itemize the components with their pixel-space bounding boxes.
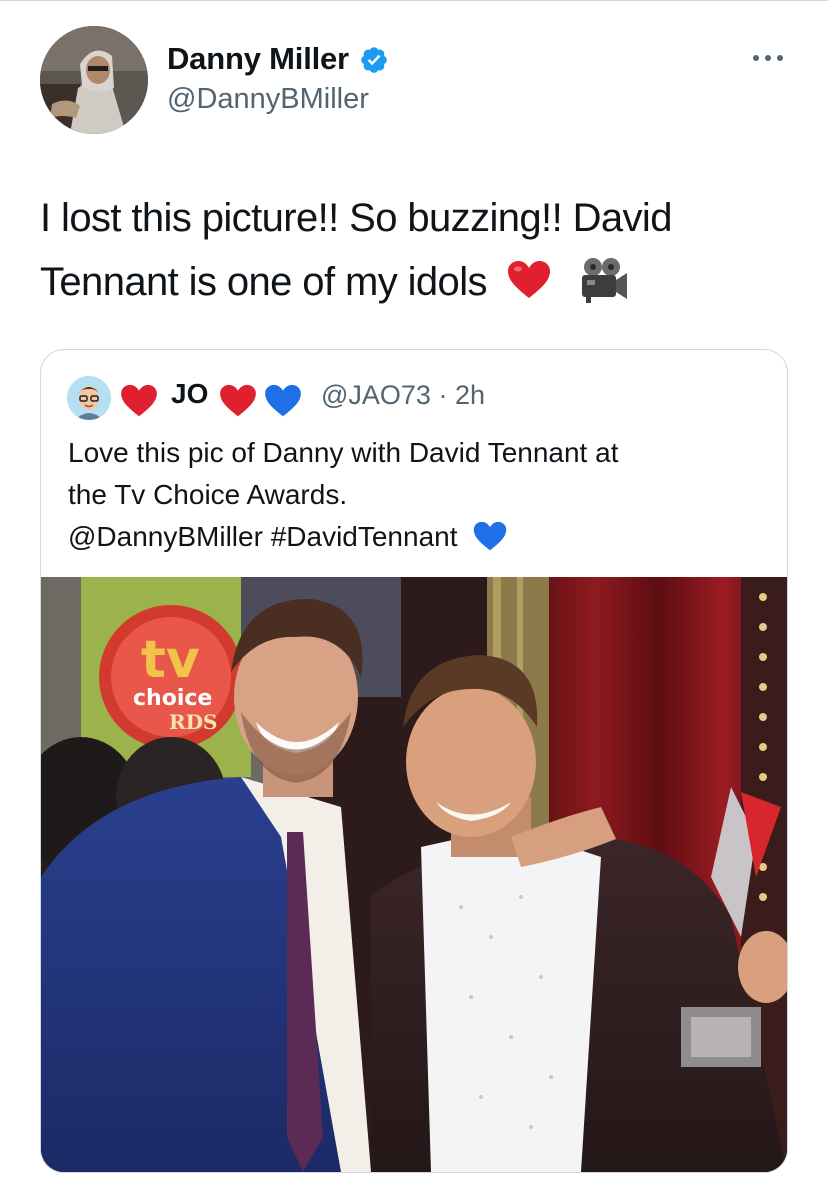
author-avatar[interactable] <box>40 26 148 134</box>
red-heart-icon <box>508 261 551 299</box>
quoted-tweet-time[interactable]: 2h <box>455 380 485 410</box>
quoted-text-line: Love this pic of Danny with David Tennan… <box>68 437 619 468</box>
tweet-text-line: Tennant is one of my idols <box>40 260 487 304</box>
quoted-tweet-card[interactable]: JO @JAO73 · 2h Love this pic of Danny wi… <box>40 349 788 1173</box>
quoted-text-line: the Tv Choice Awards. <box>68 479 348 510</box>
tv-choice-sign: tv choice RDS <box>99 605 243 749</box>
movie-camera-icon <box>581 258 627 304</box>
quoted-author-avatar[interactable] <box>67 376 111 420</box>
red-heart-icon <box>220 384 256 417</box>
author-handle[interactable]: @DannyBMiller <box>167 82 369 117</box>
blue-heart-icon <box>474 521 507 551</box>
quoted-text-mentions[interactable]: @DannyBMiller #DavidTennant <box>68 521 458 552</box>
red-heart-icon <box>121 384 157 417</box>
quoted-text-line-3: @DannyBMiller #DavidTennant <box>68 516 768 558</box>
blue-heart-icon <box>265 384 301 417</box>
quoted-tweet-header: JO @JAO73 · 2h <box>67 374 767 422</box>
sign-text-choice: choice <box>133 686 212 711</box>
tweet-text-line: I lost this picture!! So buzzing!! David <box>40 196 672 240</box>
quoted-author-name[interactable]: JO <box>171 378 208 410</box>
tweet-text-line-2: Tennant is one of my idols <box>40 250 800 314</box>
quoted-tweet-text: Love this pic of Danny with David Tennan… <box>68 432 768 558</box>
tweet-text: I lost this picture!! So buzzing!! David… <box>40 186 800 314</box>
quoted-tweet-meta: @JAO73 · 2h <box>321 380 485 411</box>
meta-separator: · <box>438 380 448 410</box>
quoted-tweet-photo[interactable]: tv choice RDS <box>41 577 787 1172</box>
author-display-name[interactable]: Danny Miller <box>167 40 349 77</box>
sign-text-awards: RDS <box>169 710 217 734</box>
memoji-avatar <box>67 376 111 420</box>
quoted-author-handle[interactable]: @JAO73 <box>321 380 431 410</box>
verified-badge-icon <box>361 47 387 73</box>
sign-text-tv: tv <box>141 630 200 690</box>
avatar-photo <box>40 26 148 134</box>
top-divider <box>0 0 828 1</box>
more-options-icon[interactable] <box>750 46 786 70</box>
